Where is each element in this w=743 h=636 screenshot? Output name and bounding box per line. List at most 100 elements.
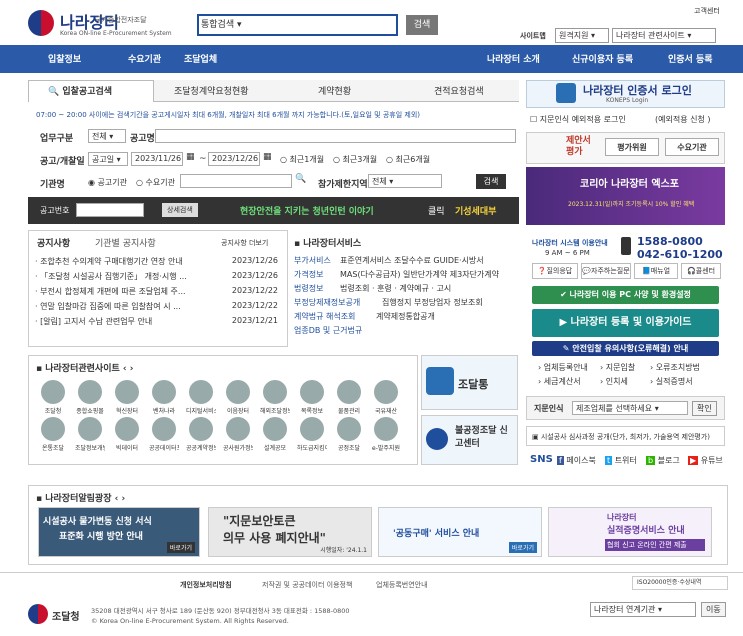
fingerprint-checkbox[interactable]: ☐ 지문인식 예외적용 로그인	[530, 114, 626, 125]
tab-quote-search[interactable]: 견적요청검색	[434, 84, 484, 97]
fingerprint-maker-select[interactable]: 제조업체를 선택하세요 ▾	[572, 401, 688, 415]
link-stamp-tax[interactable]: › 인치세	[600, 376, 628, 387]
tab-notices[interactable]: 공지사항	[37, 236, 70, 249]
promo-jodaltong-label[interactable]: 조달통	[458, 376, 488, 392]
form-search-button[interactable]: 검색	[476, 174, 506, 189]
iso-badge[interactable]: ISO20000인증·수상내역	[632, 576, 728, 590]
related-site-item[interactable]: 하도급지킴이	[297, 417, 327, 452]
related-site-item[interactable]: 공공계약정보공개	[186, 417, 216, 452]
eval-member-button[interactable]: 평가위원	[605, 138, 659, 156]
related-sites-select[interactable]: 나라장터 관련사이트 ▾	[612, 28, 716, 43]
related-site-item[interactable]: 목록정보	[297, 380, 327, 415]
linked-org-select[interactable]: 나라장터 연계기관 ▾	[590, 602, 696, 617]
related-site-item[interactable]: 조달청	[38, 380, 68, 415]
pc-env-button[interactable]: ✔ 나라장터 이용 PC 사양 및 환경설정	[532, 286, 719, 304]
link-error-fix[interactable]: › 오류조치방법	[650, 362, 700, 373]
tab-contract-status[interactable]: 계약현황	[318, 84, 351, 97]
org-radio-demand[interactable]: ○ 수요기관	[136, 177, 175, 188]
service-row[interactable]: 부정당제재정보공개 집행정지 부정당업자 정보조회	[294, 297, 483, 308]
customer-center-link[interactable]: 고객센터	[694, 6, 720, 16]
nav-new-user[interactable]: 신규이용자 등록	[572, 52, 633, 65]
calendar-icon[interactable]: ▦	[263, 152, 272, 162]
notice-more-link[interactable]: 공지사항 더보기	[221, 238, 268, 248]
copyright-policy-link[interactable]: 저작권 및 공공데이터 이용정책	[262, 580, 352, 590]
search-icon[interactable]: 🔍	[295, 174, 306, 184]
remote-support-select[interactable]: 원격지원 ▾	[555, 28, 609, 43]
search-button[interactable]: 검색	[406, 15, 438, 35]
expo-title[interactable]: 코리아 나라장터 엑스포	[580, 175, 679, 190]
related-site-item[interactable]: 빅데이터	[112, 417, 142, 452]
related-site-item[interactable]: 혁신장터	[112, 380, 142, 415]
link-fingerprint-bid[interactable]: › 지문입찰	[600, 362, 635, 373]
twitter-link[interactable]: t 트위터	[605, 455, 637, 466]
related-site-item[interactable]: 이음장터	[223, 380, 253, 415]
org-input[interactable]	[180, 174, 292, 188]
related-site-item[interactable]: 조달정보개방	[75, 417, 105, 452]
date-to-input[interactable]: 2023/12/26	[208, 152, 260, 166]
related-site-item[interactable]: 해외조달정보	[260, 380, 290, 415]
alert-banner-price[interactable]: 시설공사 물가변동 신청 서식 표준화 시행 방안 안내 바로가기	[38, 507, 200, 557]
qna-button[interactable]: ❓질의응답	[532, 263, 578, 279]
related-site-item[interactable]: 종합쇼핑몰	[75, 380, 105, 415]
fingerprint-confirm-button[interactable]: 확인	[692, 401, 717, 416]
service-row[interactable]: 계약법규 해석조회 계약제정통합공개	[294, 311, 435, 322]
notice-row[interactable]: · 연말 입찰마감 집중에 따른 입찰참여 시 ... 2023/12/22	[35, 301, 278, 312]
promo-unfair-label[interactable]: 불공정조달 신고센터	[455, 425, 515, 451]
faq-button[interactable]: 💬자주하는질문	[581, 263, 631, 279]
related-site-item[interactable]: 공정조달	[334, 417, 364, 452]
demand-org-button[interactable]: 수요기관	[665, 138, 719, 156]
notice-row[interactable]: · 부전시 합정체계 개편에 따른 조달업체 주... 2023/12/22	[35, 286, 278, 297]
youtube-link[interactable]: ▶ 유튜브	[688, 455, 723, 466]
facebook-link[interactable]: f 페이스북	[557, 455, 596, 466]
link-supplier-register[interactable]: › 업체등록안내	[538, 362, 588, 373]
tab-org-notices[interactable]: 기관별 공지사항	[95, 236, 156, 249]
nav-about[interactable]: 나라장터 소개	[487, 52, 540, 65]
service-row[interactable]: 법령정보 법령조회 · 훈령 · 계약예규 · 고시	[294, 283, 451, 294]
notice-row[interactable]: · 「조달청 시설공사 집행기준」 개정·시행 ... 2023/12/26	[35, 271, 278, 282]
safety-notice-button[interactable]: ✎ 안전입찰 유의사항(오류해결) 안내	[532, 341, 719, 356]
service-row[interactable]: 가격정보 MAS(다수공급자) 일반단가계약 제3자단가계약	[294, 269, 499, 280]
nav-bid-info[interactable]: 입찰정보	[48, 52, 81, 65]
nav-demand-org[interactable]: 수요기관	[128, 52, 161, 65]
related-site-item[interactable]: 디지털서비스몰	[186, 380, 216, 415]
bid-no-input[interactable]	[76, 203, 144, 217]
related-site-item[interactable]: 공공데이터포털	[149, 417, 179, 452]
calendar-icon[interactable]: ▦	[186, 152, 195, 162]
tab-bid-search-label[interactable]: 🔍 입찰공고검색	[48, 84, 112, 97]
fingerprint-apply-link[interactable]: (예외적용 신청 )	[655, 114, 711, 125]
related-site-item[interactable]: 온통조달	[38, 417, 68, 452]
org-radio-announcer[interactable]: ◉ 공고기관	[88, 177, 127, 188]
detail-search-button[interactable]: 상세검색	[162, 203, 198, 217]
search-scope-select[interactable]: 통합검색 ▾	[201, 17, 242, 30]
related-site-item[interactable]: 벤처나라	[149, 380, 179, 415]
service-row[interactable]: 부가서비스 표준연계서비스 조달수수료 GUIDE·시방서	[294, 255, 484, 266]
banner-click[interactable]: 클릭	[428, 204, 445, 217]
koneps-logo[interactable]	[28, 10, 54, 36]
tab-contract-request[interactable]: 조달청계약요청현황	[174, 84, 249, 97]
range-1month[interactable]: ○ 최근1개월	[280, 154, 324, 165]
link-tax-invoice[interactable]: › 세금계산서	[538, 376, 581, 387]
date-from-input[interactable]: 2023/11/26	[131, 152, 183, 166]
task-select[interactable]: 전체 ▾	[88, 129, 126, 143]
service-row[interactable]: 업종DB 및 근거법규	[294, 325, 384, 336]
linked-org-go-button[interactable]: 이동	[701, 602, 726, 617]
related-site-item[interactable]: 공사원가정보시스템	[223, 417, 253, 452]
alert-banner-group-buy[interactable]: '공동구매' 서비스 안내 바로가기	[378, 507, 542, 557]
supplier-register-link[interactable]: 업체등록번연안내	[376, 580, 428, 590]
nav-supplier[interactable]: 조달업체	[184, 52, 217, 65]
related-site-item[interactable]: 설계공모	[260, 417, 290, 452]
range-6month[interactable]: ○ 최근6개월	[386, 154, 430, 165]
price-notice-text[interactable]: ▣ 시설공사 심사과정 공개(단가, 최저가, 가술용역 제안평가)	[532, 432, 724, 442]
banner-yellow-text[interactable]: 기성세대부	[455, 204, 496, 217]
related-site-item[interactable]: 물품관리	[334, 380, 364, 415]
range-3month[interactable]: ○ 최근3개월	[333, 154, 377, 165]
blog-link[interactable]: b 블로그	[646, 455, 680, 466]
sitemap-link[interactable]: 사이트맵	[520, 31, 546, 41]
callcenter-button[interactable]: 🎧콜센터	[681, 263, 721, 279]
manual-button[interactable]: 📘매뉴얼	[634, 263, 678, 279]
privacy-policy-link[interactable]: 개인정보처리방침	[180, 580, 232, 590]
notice-row[interactable]: · [알림] 고지서 수납 관련업무 안내 2023/12/21	[35, 316, 278, 327]
period-type-select[interactable]: 공고일 ▾	[88, 152, 128, 166]
cert-login-label[interactable]: 나라장터 인증서 로그인	[583, 82, 692, 98]
nav-cert-register[interactable]: 인증서 등록	[668, 52, 713, 65]
